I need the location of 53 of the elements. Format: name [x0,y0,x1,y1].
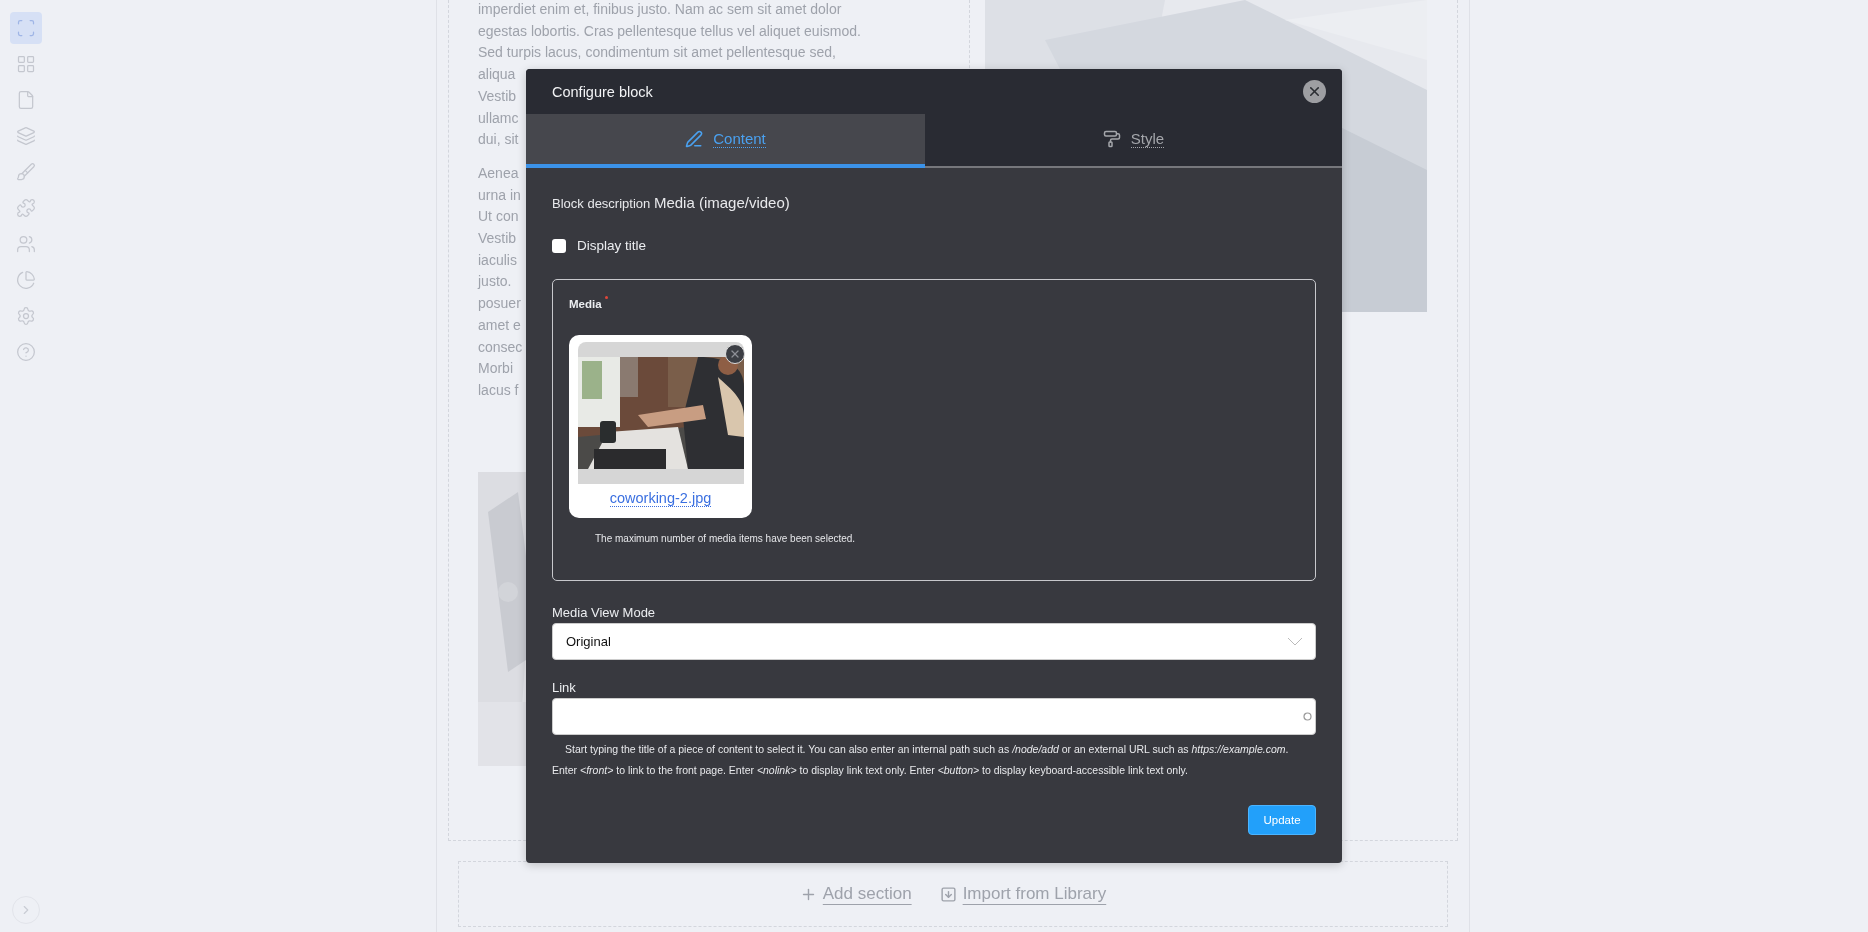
close-icon [1307,84,1322,99]
block-description: Block description Media (image/video) [552,194,791,211]
text-line: justo. [478,272,512,292]
dialog-title: Configure block [552,83,653,100]
text-line: Sed turpis lacus, condimentum sit amet pellentesque sed, [478,43,836,63]
sidebar-item[interactable] [10,12,42,44]
file-link[interactable]: coworking-2.jpg [609,490,712,507]
field-note: The maximum number of media items have been selected. [595,533,857,544]
pie-chart-icon [16,270,36,290]
checkbox-row[interactable]: Display title [552,238,1316,253]
layers-icon [16,126,36,146]
text-line: Vestib [478,229,517,249]
input-field[interactable] [552,698,1316,735]
settings-icon [16,306,36,326]
field-label: Link [552,680,577,695]
text-line: ullamc [478,108,519,128]
pencil-icon [685,130,704,148]
file-icon [16,90,36,110]
tab[interactable]: Content [526,114,925,168]
text-line: posuer [478,294,521,314]
text-line: egestas lobortis. Cras pellentesque tellus vel aliquet euismod. [478,21,861,41]
help-icon [16,342,36,362]
text-line: aliqua [478,65,516,85]
text-line: iaculis [478,250,517,270]
text-line: amet e [478,315,521,335]
users-icon [16,234,36,254]
select-field[interactable]: Original [552,623,1316,660]
field-label: Media [569,298,602,310]
text-line: urna in [478,185,521,205]
text-line: dui, sit [478,130,519,150]
update-button[interactable]: Update [1248,805,1316,835]
field-label: Media View Mode [552,605,657,620]
paint-roller-icon [1102,130,1121,148]
tab[interactable]: Style [925,114,1342,168]
text-line: Vestib [478,86,517,106]
spinner-icon [1303,712,1312,721]
text-line: lacus f [478,380,519,400]
text-line: consec [478,337,523,357]
help-text: Start typing the title of a piece of content to select it. You can also enter an internal path such as /node/add or an external URL such as https://example.com. Enter <front> to link to the front page. Enter <nolink> to display link text only. Enter <button> to display keyboard-accessible link text only. [552,742,1290,778]
select-icon [16,18,36,38]
close-icon [729,348,741,360]
close-button[interactable] [1303,80,1326,103]
text-line: Ut con [478,207,519,227]
import-icon [939,885,957,903]
text-line: imperdiet enim et, finibus justo. Nam ac sem sit amet dolor [478,0,842,19]
text-line: Aenea [478,163,519,183]
chevron-icon [1287,637,1303,646]
checkbox[interactable] [552,238,566,253]
checkbox-label: Display title [577,238,647,253]
brush-icon [16,162,36,182]
puzzle-icon [16,198,36,218]
text-line: Morbi [478,359,513,379]
grid-icon [16,54,36,74]
